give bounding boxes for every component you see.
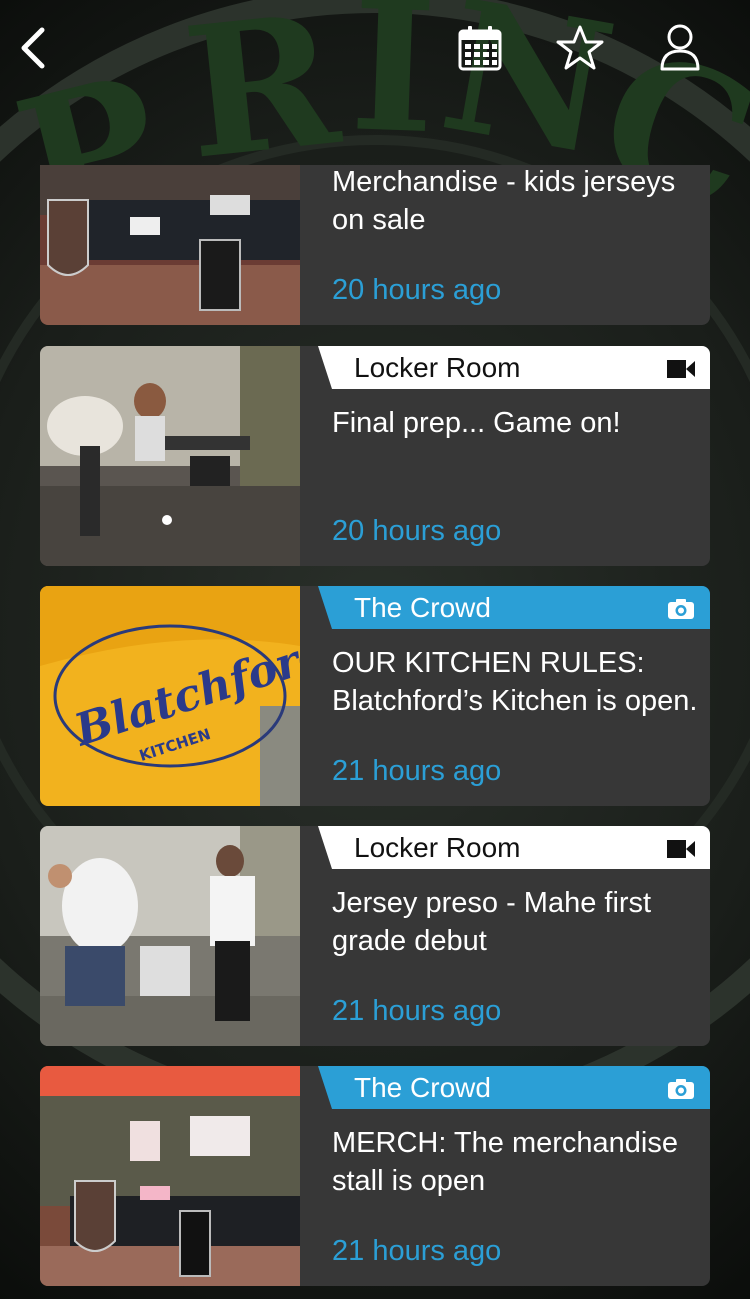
feed-card[interactable]: The Crowd MERCH: The merchandise stall i…	[40, 1066, 710, 1286]
thumbnail-image	[40, 826, 300, 1046]
calendar-button[interactable]	[448, 18, 512, 82]
card-timestamp: 20 hours ago	[332, 274, 502, 306]
calendar-icon	[457, 24, 503, 77]
card-timestamp: 21 hours ago	[332, 755, 502, 787]
category-tag: The Crowd	[318, 586, 710, 629]
card-title: Merchandise - kids jerseys on sale	[332, 166, 676, 236]
video-icon	[666, 836, 696, 860]
camera-icon	[666, 596, 696, 620]
top-bar	[0, 0, 750, 110]
camera-icon	[666, 1076, 696, 1100]
thumbnail-image: Blatchford's KITCHEN	[40, 586, 300, 806]
star-icon	[555, 24, 605, 77]
category-label: The Crowd	[354, 591, 491, 623]
card-title: Jersey preso - Mahe first grade debut	[332, 887, 652, 957]
feed-card[interactable]: Locker Room Final prep... Game on! 20 ho…	[40, 346, 710, 566]
profile-button[interactable]	[648, 18, 712, 82]
favorites-button[interactable]	[548, 18, 612, 82]
video-icon	[666, 356, 696, 380]
card-timestamp: 20 hours ago	[332, 515, 502, 547]
thumbnail-image	[40, 1066, 300, 1286]
category-tag: The Crowd	[318, 1066, 710, 1109]
thumbnail-image	[40, 346, 300, 566]
category-label: The Crowd	[354, 1071, 491, 1103]
card-title: Final prep... Game on!	[332, 407, 621, 439]
category-tag: Locker Room	[318, 826, 710, 869]
feed-card[interactable]: Locker Room Jersey preso - Mahe first gr…	[40, 826, 710, 1046]
card-timestamp: 21 hours ago	[332, 995, 502, 1027]
feed-card[interactable]: Blatchford's KITCHEN The Crowd OUR KITCH…	[40, 586, 710, 806]
category-label: Locker Room	[354, 831, 521, 863]
back-button[interactable]	[2, 18, 66, 82]
card-title: OUR KITCHEN RULES: Blatchford’s Kitchen …	[332, 647, 698, 717]
category-label: Locker Room	[354, 351, 521, 383]
category-tag: Locker Room	[318, 346, 710, 389]
card-timestamp: 21 hours ago	[332, 1235, 502, 1267]
card-title: MERCH: The merchandise stall is open	[332, 1127, 678, 1197]
user-icon	[658, 23, 702, 78]
chevron-left-icon	[14, 24, 54, 77]
